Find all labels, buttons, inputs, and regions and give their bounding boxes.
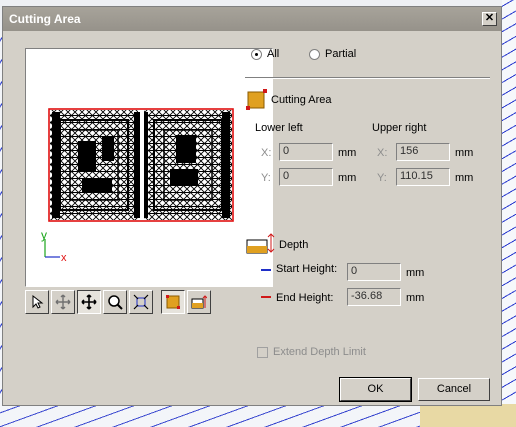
- cutting-area-heading: Cutting Area: [271, 94, 332, 106]
- upper-right-y-field[interactable]: 110.15: [396, 168, 450, 186]
- background-app-panel: [420, 404, 516, 427]
- start-height-unit: mm: [406, 267, 425, 279]
- axis-x-label: x: [61, 252, 67, 264]
- area-tool-button[interactable]: [161, 290, 185, 314]
- partial-radio-label[interactable]: Partial: [325, 48, 356, 60]
- end-height-field[interactable]: -36.68: [347, 288, 401, 306]
- cancel-button[interactable]: Cancel: [418, 378, 490, 401]
- move-icon: [81, 294, 97, 310]
- upper-right-x-field[interactable]: 156: [396, 143, 450, 161]
- all-radio-label[interactable]: All: [267, 48, 279, 60]
- axis-y-label: y: [41, 228, 47, 242]
- toolpath-preview-canvas: y x: [41, 108, 234, 264]
- lower-left-x-unit: mm: [338, 147, 357, 159]
- start-height-label: Start Height:: [276, 263, 338, 275]
- title-bar[interactable]: Cutting Area ✕: [3, 7, 501, 31]
- depth-heading: Depth: [279, 239, 309, 251]
- extend-depth-checkbox[interactable]: [257, 347, 268, 358]
- pan-icon: [55, 294, 71, 310]
- toolpath-mesh: [50, 110, 232, 220]
- cutting-area-icon: [246, 89, 267, 110]
- background-app-right: [502, 0, 516, 427]
- end-height-color-line: [261, 296, 271, 298]
- end-height-unit: mm: [406, 292, 425, 304]
- upper-right-label: Upper right: [372, 122, 427, 134]
- extend-depth-label: Extend Depth Limit: [273, 346, 366, 358]
- separator: [245, 77, 490, 79]
- upper-right-x-unit: mm: [455, 147, 474, 159]
- upper-right-y-label: Y:: [377, 172, 387, 184]
- depth-tool-button[interactable]: [187, 290, 211, 314]
- start-height-color-line: [261, 269, 271, 271]
- view-toolbar: [25, 290, 211, 314]
- lower-left-x-label: X:: [261, 147, 272, 159]
- dialog-title: Cutting Area: [9, 12, 81, 26]
- lower-left-y-label: Y:: [261, 172, 271, 184]
- cutting-area-dialog: Cutting Area ✕ y x All Partial Cutting A…: [2, 6, 502, 406]
- fit-tool-button[interactable]: [129, 290, 153, 314]
- close-button[interactable]: ✕: [482, 12, 497, 26]
- depth-icon: [191, 295, 207, 309]
- select-icon: [32, 295, 44, 309]
- close-icon: ✕: [484, 12, 495, 24]
- fit-icon: [133, 294, 149, 310]
- toolpath-preview[interactable]: y x: [25, 48, 273, 287]
- area-icon: [166, 295, 180, 309]
- lower-left-x-field[interactable]: 0: [279, 143, 333, 161]
- upper-right-y-unit: mm: [455, 172, 474, 184]
- move-tool-button[interactable]: [77, 290, 101, 314]
- lower-left-y-field[interactable]: 0: [279, 168, 333, 186]
- depth-section-icon: [246, 233, 275, 254]
- ok-button[interactable]: OK: [339, 377, 412, 402]
- lower-left-y-unit: mm: [338, 172, 357, 184]
- pan-tool-button[interactable]: [51, 290, 75, 314]
- partial-radio[interactable]: [309, 49, 320, 60]
- start-height-field[interactable]: 0: [347, 263, 401, 281]
- select-tool-button[interactable]: [25, 290, 49, 314]
- axis-indicator: y x: [41, 228, 67, 264]
- upper-right-x-label: X:: [377, 147, 388, 159]
- end-height-label: End Height:: [276, 292, 334, 304]
- lower-left-label: Lower left: [255, 122, 303, 134]
- all-radio[interactable]: [251, 49, 262, 60]
- zoom-icon: [108, 295, 123, 310]
- zoom-tool-button[interactable]: [103, 290, 127, 314]
